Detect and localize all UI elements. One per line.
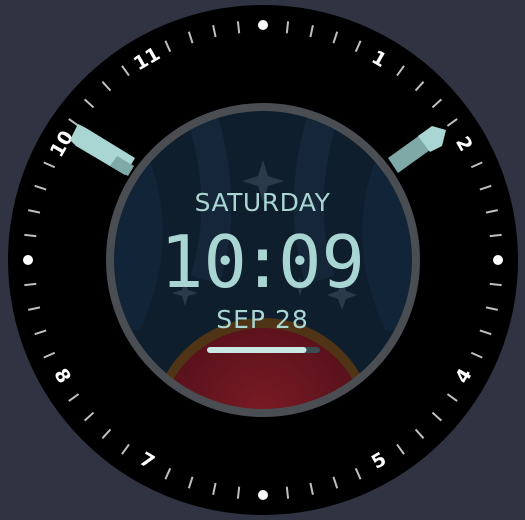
- minute-tick: [236, 21, 241, 34]
- minute-tick: [285, 486, 290, 499]
- day-label: SATURDAY: [194, 188, 331, 217]
- watch-face: 1 2 4 5 7 8 10 11 SATURDAY 10: 09 SEP 2…: [0, 0, 525, 520]
- minute-tick: [236, 486, 241, 499]
- time-hours: 10: [160, 220, 247, 304]
- cardinal-dot: [258, 20, 268, 30]
- cardinal-dot: [258, 490, 268, 500]
- minute-tick: [285, 21, 290, 34]
- progress-bar: [207, 347, 320, 353]
- digital-time: 10:09: [0, 222, 525, 302]
- date-label: SEP 28: [216, 305, 309, 334]
- progress-fill: [207, 347, 307, 353]
- time-minutes: 09: [278, 220, 365, 304]
